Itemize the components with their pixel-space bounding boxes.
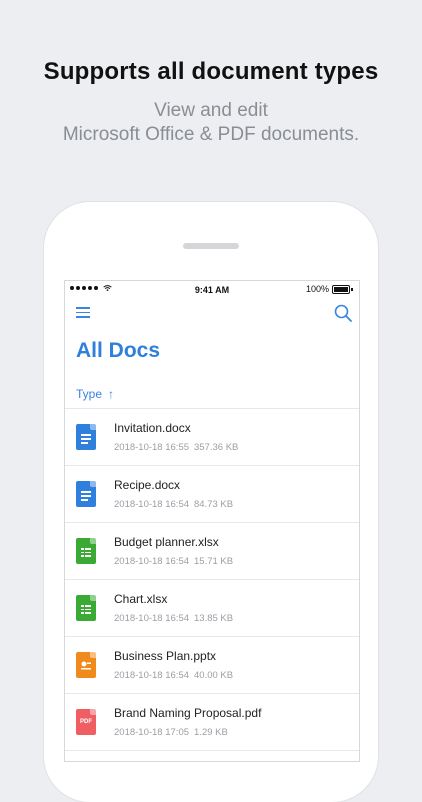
sort-ascending-icon: ↑: [108, 387, 115, 401]
word-doc-icon: [76, 424, 96, 450]
file-row[interactable]: Chart.xlsx 2018-10-18 16:54 13.85 KB: [65, 580, 359, 637]
file-size: 40.00 KB: [194, 670, 234, 681]
file-date: 2018-10-18 16:55: [114, 442, 190, 453]
battery-percent: 100%: [305, 284, 329, 294]
file-row[interactable]: Business Plan.pptx 2018-10-18 16:54 40.00 …: [65, 637, 359, 694]
file-name: Invitation.docx: [114, 421, 191, 435]
spreadsheet-icon: [76, 595, 96, 621]
file-meta: 2018-10-18 16:54 40.00 KB: [114, 670, 233, 681]
file-name: Brand Naming Proposal.pdf: [114, 706, 262, 720]
file-name: Business Plan.pptx: [114, 649, 217, 663]
file-row[interactable]: Invitation.docx 2018-10-18 16:55 357.36 KB: [65, 409, 359, 466]
file-size: 13.85 KB: [194, 613, 234, 624]
file-row[interactable]: PDF Brand Naming Proposal.pdf 2018-10-18 1…: [65, 694, 359, 751]
file-name: Chart.xlsx: [114, 592, 168, 606]
sort-by-type-button[interactable]: Type ↑: [76, 387, 114, 401]
file-meta: 2018-10-18 17:05 1.29 KB: [114, 727, 228, 738]
file-meta: 2018-10-18 16:55 357.36 KB: [114, 442, 238, 453]
battery-icon: [332, 284, 350, 294]
promo-subline: View and edit: [154, 100, 268, 121]
file-date: 2018-10-18 17:05: [114, 727, 190, 738]
phone-screen: 9:41 AM 100% All Docs Type ↑ Invitation.…: [64, 280, 360, 762]
file-date: 2018-10-18 16:54: [114, 556, 190, 567]
file-date: 2018-10-18 16:54: [114, 670, 190, 681]
file-row[interactable]: Recipe.docx 2018-10-18 16:54 84.73 KB: [65, 466, 359, 523]
battery-indicator: 100%: [306, 284, 353, 294]
search-icon[interactable]: [333, 303, 353, 323]
file-name: Recipe.docx: [114, 478, 181, 492]
file-row[interactable]: Budget planner.xlsx 2018-10-18 16:54 15.71…: [65, 523, 359, 580]
file-meta: 2018-10-18 16:54 13.85 KB: [114, 613, 233, 624]
file-size: 84.73 KB: [194, 499, 234, 510]
file-date: 2018-10-18 16:54: [114, 499, 190, 510]
file-size: 357.36 KB: [194, 442, 239, 453]
word-doc-icon: [76, 481, 96, 507]
hamburger-menu-icon[interactable]: [76, 307, 90, 321]
spreadsheet-icon: [76, 538, 96, 564]
status-bar: 9:41 AM 100%: [65, 281, 359, 299]
presentation-icon: [76, 652, 96, 678]
file-date: 2018-10-18 16:54: [114, 613, 190, 624]
file-size: 1.29 KB: [194, 727, 228, 738]
page-title: All Docs: [76, 339, 161, 362]
sort-label: Type: [76, 387, 103, 401]
promo-subline-2: Microsoft Office & PDF documents.: [62, 124, 360, 145]
file-name: Budget planner.xlsx: [114, 535, 219, 549]
pdf-icon: PDF: [76, 709, 96, 735]
file-meta: 2018-10-18 16:54 84.73 KB: [114, 499, 233, 510]
file-list: Invitation.docx 2018-10-18 16:55 357.36 KB…: [65, 408, 359, 751]
phone-speaker: [183, 243, 239, 249]
promo-headline: Supports all document types: [43, 58, 379, 85]
file-meta: 2018-10-18 16:54 15.71 KB: [114, 556, 233, 567]
pdf-badge: PDF: [80, 719, 92, 725]
file-size: 15.71 KB: [194, 556, 234, 567]
